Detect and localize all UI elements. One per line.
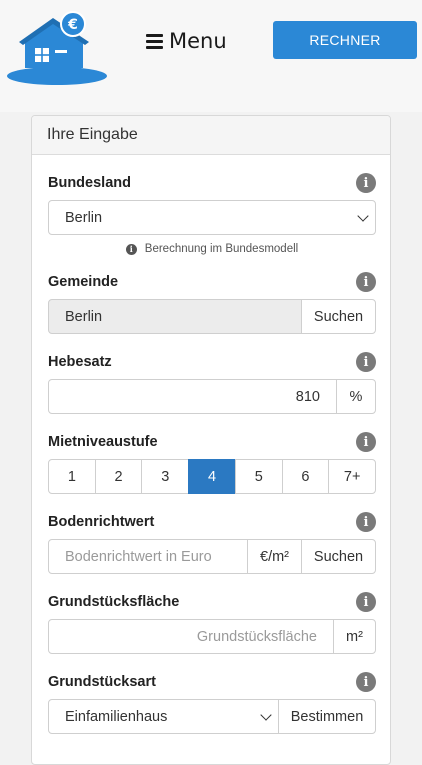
hebesatz-label: Hebesatz — [48, 354, 112, 370]
flaeche-placeholder: Grundstücksfläche — [196, 628, 317, 645]
hebesatz-field: Hebesatz i 810 % — [48, 351, 376, 414]
input-card: Ihre Eingabe Bundesland i Berlin i Berec… — [31, 115, 391, 765]
bundesland-label: Bundesland — [48, 175, 131, 191]
chevron-down-icon — [357, 209, 369, 222]
mietniveau-option[interactable]: 7+ — [328, 459, 377, 494]
euro-per-sqm-unit: €/m² — [247, 539, 302, 574]
bodenrichtwert-search-button[interactable]: Suchen — [301, 539, 376, 574]
art-field: Grundstücksart i Einfamilienhaus Bestimm… — [48, 671, 376, 734]
info-icon[interactable]: i — [356, 512, 376, 532]
mietniveau-option[interactable]: 1 — [48, 459, 96, 494]
mietniveau-option[interactable]: 3 — [141, 459, 190, 494]
sqm-unit: m² — [333, 619, 376, 654]
bundesmodell-note: i Berechnung im Bundesmodell — [48, 243, 376, 255]
art-value: Einfamilienhaus — [65, 708, 168, 725]
flaeche-input[interactable]: Grundstücksfläche — [48, 619, 334, 654]
house-euro-logo-icon[interactable]: € — [5, 10, 109, 86]
rechner-button[interactable]: RECHNER — [273, 21, 417, 59]
mietniveau-option[interactable]: 2 — [94, 459, 143, 494]
art-label: Grundstücksart — [48, 674, 156, 690]
bodenrichtwert-input[interactable]: Bodenrichtwert in Euro — [48, 539, 248, 574]
gemeinde-input[interactable]: Berlin — [48, 299, 302, 334]
header: € Menu RECHNER — [0, 0, 422, 112]
menu-label: Menu — [169, 29, 227, 53]
card-title: Ihre Eingabe — [32, 116, 390, 155]
bodenrichtwert-field: Bodenrichtwert i Bodenrichtwert in Euro … — [48, 511, 376, 574]
mietniveau-segmented-control: 1 2 3 4 5 6 7+ — [48, 459, 377, 494]
mietniveau-option[interactable]: 6 — [281, 459, 330, 494]
mietniveau-label: Mietniveaustufe — [48, 434, 158, 450]
mietniveau-option[interactable]: 5 — [234, 459, 283, 494]
bestimmen-button[interactable]: Bestimmen — [278, 699, 376, 734]
info-icon[interactable]: i — [356, 432, 376, 452]
bodenrichtwert-label: Bodenrichtwert — [48, 514, 155, 530]
note-text: Berechnung im Bundesmodell — [144, 243, 299, 255]
mietniveau-field: Mietniveaustufe i 1 2 3 4 5 6 7+ — [48, 431, 377, 494]
percent-unit: % — [336, 379, 376, 414]
bundesland-field: Bundesland i Berlin i Berechnung im Bund… — [48, 172, 376, 255]
info-small-icon: i — [125, 243, 137, 255]
hamburger-icon — [146, 33, 163, 49]
bundesland-select[interactable]: Berlin — [48, 200, 376, 235]
info-icon[interactable]: i — [356, 272, 376, 292]
info-icon[interactable]: i — [356, 173, 376, 193]
hebesatz-input[interactable]: 810 — [48, 379, 337, 414]
gemeinde-field: Gemeinde i Berlin Suchen — [48, 271, 376, 334]
flaeche-field: Grundstücksfläche i Grundstücksfläche m² — [48, 591, 376, 654]
art-select[interactable]: Einfamilienhaus — [48, 699, 279, 734]
info-icon[interactable]: i — [356, 592, 376, 612]
bodenrichtwert-placeholder: Bodenrichtwert in Euro — [65, 548, 212, 565]
bundesland-value: Berlin — [65, 209, 103, 226]
info-icon[interactable]: i — [356, 352, 376, 372]
info-icon[interactable]: i — [356, 672, 376, 692]
menu-button[interactable]: Menu — [146, 28, 227, 54]
gemeinde-search-button[interactable]: Suchen — [301, 299, 376, 334]
flaeche-label: Grundstücksfläche — [48, 594, 180, 610]
chevron-down-icon — [260, 708, 272, 721]
svg-text:€: € — [67, 17, 78, 33]
gemeinde-label: Gemeinde — [48, 274, 119, 290]
mietniveau-option[interactable]: 4 — [188, 459, 236, 494]
